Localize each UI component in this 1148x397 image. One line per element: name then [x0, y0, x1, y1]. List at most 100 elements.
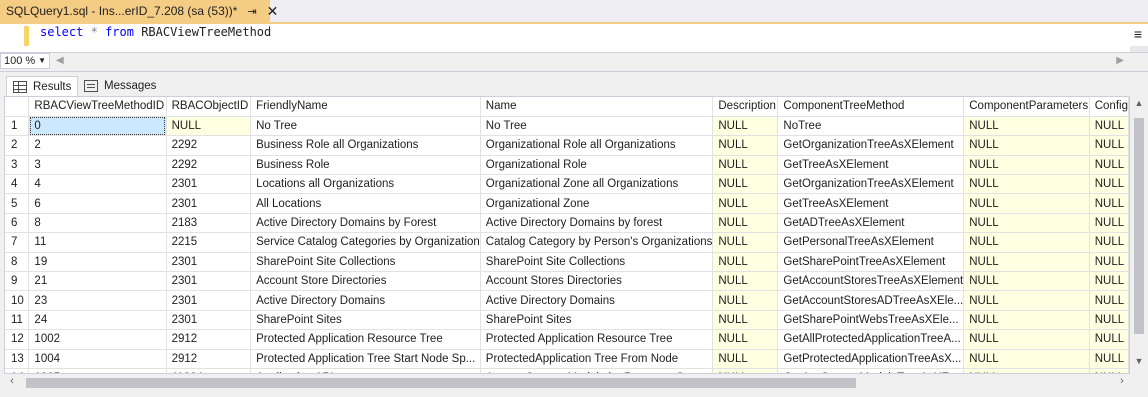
- row-number[interactable]: 7: [5, 232, 30, 253]
- table-cell[interactable]: 2301: [166, 271, 252, 292]
- table-cell[interactable]: 21: [28, 271, 167, 292]
- table-cell[interactable]: Account Store Directories: [250, 271, 481, 292]
- table-cell[interactable]: NULL: [963, 155, 1090, 176]
- table-row[interactable]: 10 23 2301 Active Directory Domains Active D…: [5, 290, 1129, 311]
- table-cell[interactable]: SharePoint Sites: [250, 310, 481, 331]
- table-cell[interactable]: NULL: [963, 193, 1090, 214]
- scroll-down-icon[interactable]: ▼: [1130, 356, 1148, 372]
- table-row[interactable]: 7 11 2215 Service Catalog Categories by Org…: [5, 232, 1129, 253]
- table-cell[interactable]: NULL: [712, 329, 779, 350]
- table-row[interactable]: 13 1004 2912 Protected Application Tree Sta…: [5, 349, 1129, 369]
- table-cell[interactable]: Account Stores Directories: [480, 271, 714, 292]
- horizontal-scrollbar[interactable]: ‹ ›: [4, 374, 1130, 392]
- table-cell[interactable]: Business Role: [250, 155, 481, 176]
- table-cell[interactable]: NULL: [1089, 116, 1129, 137]
- split-editor-icon[interactable]: ≡: [1130, 24, 1146, 46]
- row-number[interactable]: 10: [5, 290, 30, 311]
- table-cell[interactable]: Catalog Category by Person's Organizatio…: [480, 232, 714, 253]
- table-row[interactable]: 9 21 2301 Account Store Directories Account …: [5, 271, 1129, 292]
- table-cell[interactable]: 0: [28, 116, 167, 137]
- table-cell[interactable]: NULL: [712, 252, 779, 273]
- table-cell[interactable]: NULL: [1089, 213, 1129, 234]
- table-cell[interactable]: 23: [28, 290, 167, 311]
- table-cell[interactable]: 2292: [166, 135, 252, 156]
- column-header[interactable]: RBACViewTreeMethodID: [28, 97, 167, 117]
- table-cell[interactable]: 2183: [166, 213, 252, 234]
- table-cell[interactable]: 2301: [166, 193, 252, 214]
- table-cell[interactable]: 6: [28, 193, 167, 214]
- table-cell[interactable]: NULL: [963, 213, 1090, 234]
- table-cell[interactable]: Organizational Zone all Organizations: [480, 174, 714, 195]
- table-cell[interactable]: 3: [28, 155, 167, 176]
- table-cell[interactable]: GetPersonalTreeAsXElement: [777, 232, 965, 253]
- table-cell[interactable]: Business Role all Organizations: [250, 135, 481, 156]
- table-cell[interactable]: 11: [28, 232, 167, 253]
- table-cell[interactable]: Active Directory Domains by Forest: [250, 213, 481, 234]
- table-cell[interactable]: NULL: [1089, 310, 1129, 331]
- table-cell[interactable]: NULL: [963, 135, 1090, 156]
- table-cell[interactable]: GetAllProtectedApplicationTreeA...: [777, 329, 965, 350]
- table-row[interactable]: 12 1002 2912 Protected Application Resource…: [5, 329, 1129, 350]
- query-document-tab[interactable]: SQLQuery1.sql - Ins...erID_7.208 (sa (53…: [0, 0, 278, 22]
- table-row[interactable]: 8 19 2301 SharePoint Site Collections ShareP…: [5, 252, 1129, 273]
- table-cell[interactable]: 2912: [166, 329, 252, 350]
- table-row[interactable]: 6 8 2183 Active Directory Domains by Forest…: [5, 213, 1129, 234]
- table-cell[interactable]: NULL: [712, 310, 779, 331]
- table-cell[interactable]: NULL: [712, 232, 779, 253]
- table-row[interactable]: 11 24 2301 SharePoint Sites SharePoint Sites…: [5, 310, 1129, 331]
- table-cell[interactable]: Protected Application Resource Tree: [250, 329, 481, 350]
- table-cell[interactable]: NULL: [712, 349, 779, 369]
- table-cell[interactable]: NULL: [712, 155, 779, 176]
- table-cell[interactable]: NULL: [712, 193, 779, 214]
- scroll-right-icon[interactable]: ▶: [1116, 55, 1124, 66]
- table-cell[interactable]: GetAccountStoresTreeAsXElement: [777, 271, 965, 292]
- row-number[interactable]: 5: [5, 193, 30, 214]
- table-cell[interactable]: 2301: [166, 174, 252, 195]
- row-number[interactable]: 6: [5, 213, 30, 234]
- column-header[interactable]: Config: [1089, 97, 1129, 117]
- close-icon[interactable]: ✕: [267, 4, 279, 18]
- column-header[interactable]: ComponentTreeMethod: [777, 97, 965, 117]
- table-cell[interactable]: Active Directory Domains: [480, 290, 714, 311]
- table-cell[interactable]: 2292: [166, 155, 252, 176]
- results-grid[interactable]: RBACViewTreeMethodID RBACObjectID Friend…: [4, 96, 1130, 374]
- table-cell[interactable]: SharePoint Sites: [480, 310, 714, 331]
- table-cell[interactable]: NULL: [963, 271, 1090, 292]
- table-cell[interactable]: NULL: [1089, 135, 1129, 156]
- table-cell[interactable]: Service Catalog Categories by Organizati…: [250, 232, 481, 253]
- scroll-left-icon[interactable]: ◀: [56, 55, 64, 66]
- table-cell[interactable]: NULL: [963, 174, 1090, 195]
- column-header[interactable]: RBACObjectID: [166, 97, 252, 117]
- row-number-header[interactable]: [5, 97, 30, 117]
- table-cell[interactable]: 8: [28, 213, 167, 234]
- table-cell[interactable]: NULL: [712, 135, 779, 156]
- table-cell[interactable]: NULL: [963, 329, 1090, 350]
- query-editor[interactable]: select * from RBACViewTreeMethod ≡: [0, 24, 1148, 52]
- table-cell[interactable]: No Tree: [250, 116, 481, 137]
- tab-messages[interactable]: Messages: [78, 76, 162, 96]
- table-cell[interactable]: NULL: [963, 232, 1090, 253]
- table-cell[interactable]: NULL: [712, 116, 779, 137]
- scroll-up-icon[interactable]: ▲: [1130, 98, 1148, 114]
- table-cell[interactable]: Locations all Organizations: [250, 174, 481, 195]
- pin-icon[interactable]: ⇥: [247, 5, 256, 18]
- vertical-scrollbar[interactable]: ▲ ▼: [1130, 96, 1148, 374]
- table-cell[interactable]: 2301: [166, 252, 252, 273]
- table-cell[interactable]: NULL: [963, 116, 1090, 137]
- vertical-scroll-thumb[interactable]: [1134, 118, 1144, 334]
- table-cell[interactable]: GetAccountStoresADTreeAsXEle...: [777, 290, 965, 311]
- table-cell[interactable]: NULL: [1089, 252, 1129, 273]
- table-cell[interactable]: 2301: [166, 310, 252, 331]
- table-cell[interactable]: NULL: [1089, 174, 1129, 195]
- column-header[interactable]: Name: [480, 97, 714, 117]
- table-cell[interactable]: 2: [28, 135, 167, 156]
- table-cell[interactable]: NULL: [166, 116, 252, 137]
- table-cell[interactable]: GetSharePointTreeAsXElement: [777, 252, 965, 273]
- scroll-left-icon[interactable]: ‹: [4, 375, 20, 391]
- table-cell[interactable]: GetProtectedApplicationTreeAsX...: [777, 349, 965, 369]
- table-cell[interactable]: Organizational Zone: [480, 193, 714, 214]
- table-cell[interactable]: 1002: [28, 329, 167, 350]
- table-cell[interactable]: Protected Application Resource Tree: [480, 329, 714, 350]
- table-cell[interactable]: NULL: [1089, 329, 1129, 350]
- table-cell[interactable]: ProtectedApplication Tree From Node: [480, 349, 714, 369]
